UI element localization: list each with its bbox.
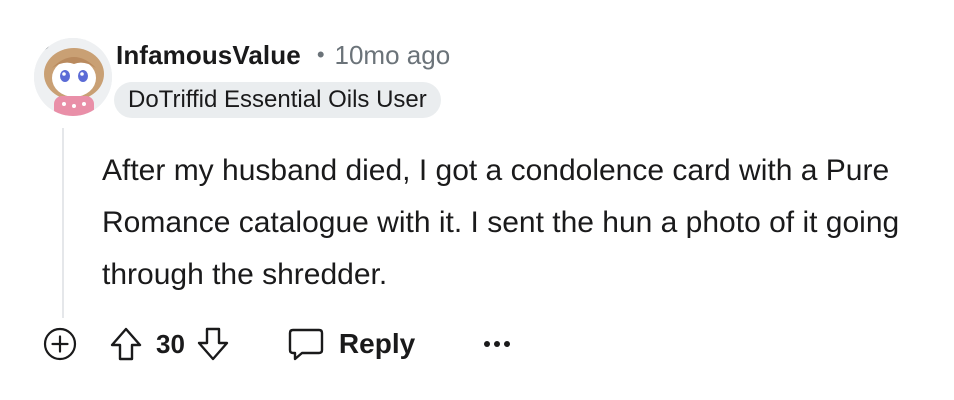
upvote-button[interactable] xyxy=(108,324,144,364)
speech-bubble-icon xyxy=(288,328,324,361)
downvote-button[interactable] xyxy=(195,324,231,364)
meta-separator: • xyxy=(316,42,325,67)
comment-header: InfamousValue • 10mo ago xyxy=(116,38,450,72)
vote-group: 30 xyxy=(108,324,231,364)
ellipsis-icon xyxy=(484,341,511,347)
arrow-up-icon xyxy=(110,327,142,361)
score: 30 xyxy=(156,328,185,359)
comment-body: After my husband died, I got a condolenc… xyxy=(102,145,922,301)
comment-actions: 30 Reply xyxy=(40,322,517,366)
comment-text: After my husband died, I got a condolenc… xyxy=(102,154,900,291)
user-flair-label: DoTriffid Essential Oils User xyxy=(128,86,427,113)
plus-circle-icon xyxy=(43,327,77,361)
more-options-button[interactable] xyxy=(477,324,517,364)
reply-label: Reply xyxy=(338,328,416,359)
timestamp[interactable]: 10mo ago xyxy=(335,40,451,71)
avatar-image xyxy=(34,38,112,116)
arrow-down-icon xyxy=(197,327,229,361)
thread-line[interactable] xyxy=(62,128,64,318)
avatar[interactable] xyxy=(34,38,112,116)
expand-button[interactable] xyxy=(40,324,80,364)
username[interactable]: InfamousValue xyxy=(116,40,301,71)
reply-button[interactable]: Reply xyxy=(287,326,415,362)
user-flair: DoTriffid Essential Oils User xyxy=(114,82,441,118)
